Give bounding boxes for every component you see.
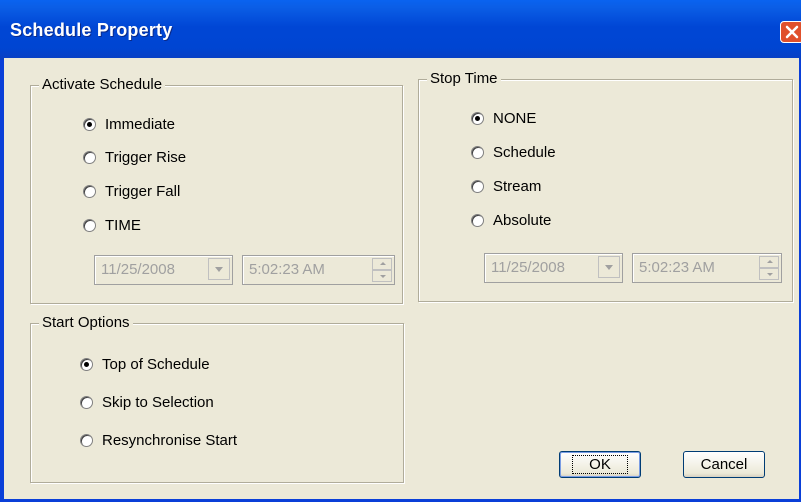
start-option-skip-to-selection[interactable]: Skip to Selection <box>80 394 214 411</box>
radio-button[interactable] <box>83 151 96 164</box>
activate-option-trigger-fall[interactable]: Trigger Fall <box>83 183 180 200</box>
chevron-down-icon[interactable] <box>598 256 620 278</box>
stop-option-none[interactable]: NONE <box>471 110 536 127</box>
spin-down-button[interactable] <box>372 270 392 282</box>
stop-option-absolute[interactable]: Absolute <box>471 212 551 229</box>
spin-up-button[interactable] <box>759 256 779 268</box>
activate-time-picker[interactable]: 5:02:23 AM <box>242 255 395 285</box>
chevron-down-icon[interactable] <box>208 258 230 280</box>
option-label: Trigger Fall <box>105 183 181 200</box>
ok-button-label: OK <box>572 455 628 474</box>
option-label: Skip to Selection <box>102 394 214 411</box>
radio-button[interactable] <box>83 118 96 131</box>
start-options-group: Start Options Top of Schedule Skip to Se… <box>30 314 404 483</box>
dialog-window: Schedule Property Activate Schedule Imme… <box>0 0 801 502</box>
radio-button[interactable] <box>80 358 93 371</box>
title-bar[interactable]: Schedule Property <box>0 0 801 60</box>
activate-schedule-group: Activate Schedule Immediate Trigger Rise… <box>30 76 403 304</box>
option-label: Stream <box>493 178 542 195</box>
radio-button[interactable] <box>83 185 96 198</box>
activate-option-time[interactable]: TIME <box>83 217 141 234</box>
close-icon <box>785 25 799 39</box>
option-label: Resynchronise Start <box>102 432 238 449</box>
date-value: 11/25/2008 <box>101 261 175 278</box>
radio-button[interactable] <box>80 396 93 409</box>
activate-date-picker[interactable]: 11/25/2008 <box>94 255 233 285</box>
cancel-button-label: Cancel <box>700 456 748 473</box>
activate-option-trigger-rise[interactable]: Trigger Rise <box>83 149 186 166</box>
option-label: TIME <box>105 217 141 234</box>
start-option-top-of-schedule[interactable]: Top of Schedule <box>80 356 210 373</box>
option-label: Immediate <box>105 116 176 133</box>
radio-button[interactable] <box>471 180 484 193</box>
spinner-arrows-icon[interactable] <box>372 258 392 282</box>
cancel-button[interactable]: Cancel <box>683 451 765 478</box>
spin-down-button[interactable] <box>759 268 779 280</box>
option-label: Top of Schedule <box>102 356 210 373</box>
radio-button[interactable] <box>471 112 484 125</box>
option-label: NONE <box>493 110 537 127</box>
radio-button[interactable] <box>80 434 93 447</box>
radio-button[interactable] <box>471 146 484 159</box>
window-title: Schedule Property <box>10 20 173 40</box>
date-value: 11/25/2008 <box>491 259 565 276</box>
option-label: Absolute <box>493 212 552 229</box>
activate-schedule-label: Activate Schedule <box>39 76 166 93</box>
start-options-label: Start Options <box>39 314 133 331</box>
start-option-resynchronise-start[interactable]: Resynchronise Start <box>80 432 237 449</box>
spinner-arrows-icon[interactable] <box>759 256 779 280</box>
stop-date-picker[interactable]: 11/25/2008 <box>484 253 623 283</box>
option-label: Schedule <box>493 144 556 161</box>
stop-option-schedule[interactable]: Schedule <box>471 144 556 161</box>
time-value: 5:02:23 AM <box>249 261 325 278</box>
activate-option-immediate[interactable]: Immediate <box>83 116 175 133</box>
radio-button[interactable] <box>471 214 484 227</box>
spin-up-button[interactable] <box>372 258 392 270</box>
time-value: 5:02:23 AM <box>639 259 715 276</box>
option-label: Trigger Rise <box>105 149 187 166</box>
ok-button[interactable]: OK <box>559 451 641 478</box>
stop-time-group: Stop Time NONE Schedule Stream Absolute … <box>418 70 793 302</box>
stop-time-label: Stop Time <box>427 70 501 87</box>
dialog-body: Activate Schedule Immediate Trigger Rise… <box>4 58 799 499</box>
close-button[interactable] <box>780 21 801 43</box>
stop-time-picker[interactable]: 5:02:23 AM <box>632 253 782 283</box>
radio-button[interactable] <box>83 219 96 232</box>
stop-option-stream[interactable]: Stream <box>471 178 541 195</box>
